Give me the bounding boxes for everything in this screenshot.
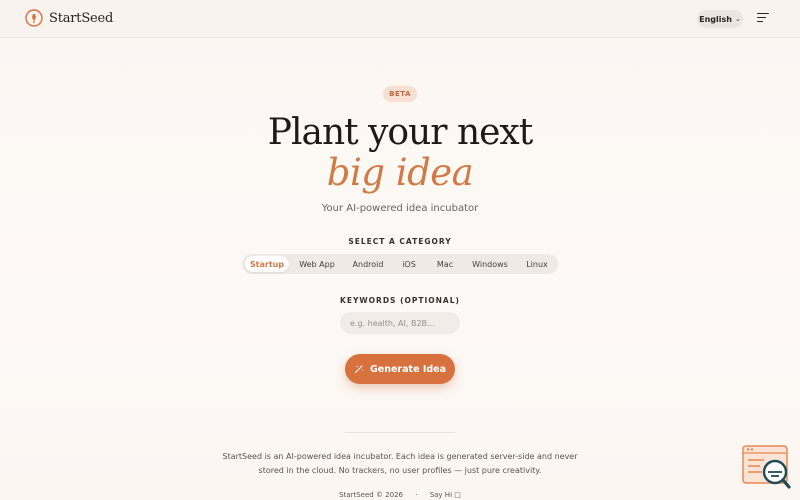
footer-separator: · (415, 491, 418, 499)
keywords-input[interactable] (340, 312, 460, 334)
hero-title-line2: big idea (326, 151, 474, 194)
category-mac[interactable]: Mac (427, 256, 463, 272)
say-hi-link[interactable]: Say Hi □ (430, 491, 461, 499)
chat-search-widget-icon[interactable] (742, 445, 792, 491)
category-linux[interactable]: Linux (517, 256, 557, 272)
section-divider (345, 432, 455, 433)
footer: StartSeed © 2026 · Say Hi □ (0, 491, 800, 499)
chevron-down-icon: ⌄ (734, 15, 741, 23)
brand-logo[interactable]: StartSeed (25, 9, 113, 27)
keywords-label: KEYWORDS (OPTIONAL) (340, 296, 460, 305)
category-startup[interactable]: Startup (245, 256, 289, 272)
category-ios[interactable]: iOS (391, 256, 427, 272)
about-text: StartSeed is an AI-powered idea incubato… (222, 452, 578, 475)
footer-copyright: StartSeed © 2026 (339, 491, 403, 499)
seed-logo-icon (25, 9, 43, 27)
hero-title-line1: Plant your next (267, 112, 533, 153)
category-windows[interactable]: Windows (463, 256, 517, 272)
hamburger-menu-icon[interactable] (757, 13, 769, 23)
magic-wand-icon (354, 364, 363, 374)
category-web-app[interactable]: Web App (289, 256, 345, 272)
top-header: StartSeed English ⌄ (0, 0, 800, 38)
generate-idea-label: Generate Idea (369, 363, 447, 375)
language-selector[interactable]: English ⌄ (697, 10, 743, 28)
category-label: SELECT A CATEGORY (348, 237, 452, 246)
category-selector: Startup Web App Android iOS Mac Windows … (242, 254, 558, 274)
beta-badge: BETA (383, 86, 417, 102)
category-android[interactable]: Android (345, 256, 391, 272)
language-label: English (699, 14, 732, 24)
generate-idea-button[interactable]: Generate Idea (345, 354, 455, 384)
hero-tagline: Your AI-powered idea incubator (321, 203, 479, 214)
brand-name: StartSeed (49, 10, 114, 26)
